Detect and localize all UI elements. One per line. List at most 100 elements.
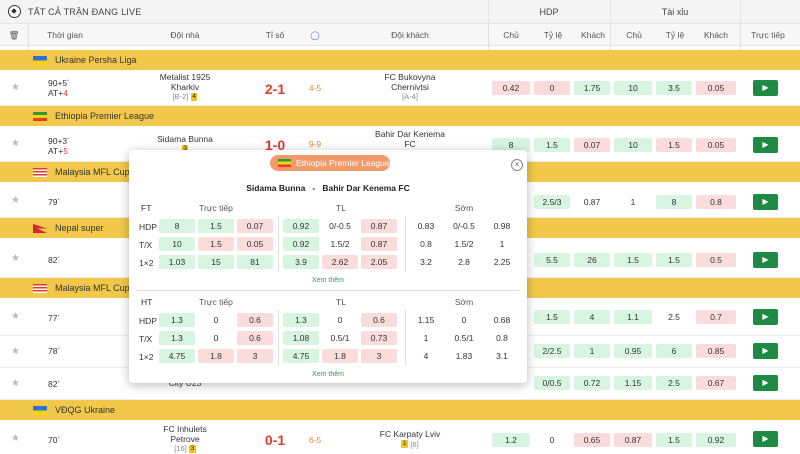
live-stream-button[interactable]: ▶	[753, 431, 778, 447]
ht-odds-cell[interactable]: 3.1	[485, 349, 519, 363]
away-team[interactable]: Bahir Dar Kenema FC	[345, 129, 475, 149]
ft-view-more-link[interactable]: Xem thêm	[278, 277, 378, 284]
ft-odds-cell[interactable]: 2.8	[445, 255, 483, 269]
ht-odds-cell[interactable]: 1.08	[283, 331, 319, 345]
odds-cell[interactable]: 26	[574, 253, 610, 267]
ft-odds-cell[interactable]: 0/-0.5	[322, 219, 358, 233]
ht-odds-cell[interactable]: 0	[198, 331, 234, 345]
odds-cell[interactable]: 1.5	[534, 138, 570, 152]
odds-cell[interactable]: 0.7	[696, 310, 736, 324]
ft-odds-cell[interactable]: 1.03	[159, 255, 195, 269]
ht-odds-cell[interactable]: 3	[361, 349, 397, 363]
odds-cell[interactable]: 0.05	[696, 138, 736, 152]
ht-odds-cell[interactable]: 1.3	[159, 313, 195, 327]
odds-cell[interactable]: 1	[614, 195, 652, 209]
ht-odds-cell[interactable]: 1.3	[159, 331, 195, 345]
odds-cell[interactable]: 1	[574, 344, 610, 358]
ht-odds-cell[interactable]: 3	[237, 349, 273, 363]
ht-odds-cell[interactable]: 1.8	[322, 349, 358, 363]
ft-odds-cell[interactable]: 0.92	[283, 237, 319, 251]
odds-cell[interactable]: 0.8	[696, 195, 736, 209]
odds-cell[interactable]: 2/2.5	[534, 344, 570, 358]
ft-odds-cell[interactable]: 0.07	[237, 219, 273, 233]
odds-cell[interactable]: 0.92	[696, 433, 736, 447]
odds-cell[interactable]: 1.5	[534, 310, 570, 324]
trash-icon[interactable]: 🗑	[5, 24, 23, 46]
ht-odds-cell[interactable]: 0	[198, 313, 234, 327]
ht-odds-cell[interactable]: 4	[409, 349, 443, 363]
ht-odds-cell[interactable]: 4.75	[283, 349, 319, 363]
star-icon[interactable]: ★	[11, 378, 20, 389]
live-stream-button[interactable]: ▶	[753, 80, 778, 96]
odds-cell[interactable]: 1.5	[656, 138, 692, 152]
live-stream-button[interactable]: ▶	[753, 252, 778, 268]
odds-cell[interactable]: 3.5	[656, 81, 692, 95]
odds-cell[interactable]: 0.07	[574, 138, 610, 152]
ft-odds-cell[interactable]: 0.87	[361, 219, 397, 233]
league-header[interactable]: VĐQG Ukraine	[0, 400, 800, 420]
odds-cell[interactable]: 1.15	[614, 376, 652, 390]
ft-odds-cell[interactable]: 0.98	[485, 219, 519, 233]
odds-cell[interactable]: 0.87	[614, 433, 652, 447]
star-icon[interactable]: ★	[11, 346, 20, 357]
ft-odds-cell[interactable]: 2.62	[322, 255, 358, 269]
ft-odds-cell[interactable]: 0/-0.5	[445, 219, 483, 233]
ht-odds-cell[interactable]: 0.5/1	[322, 331, 358, 345]
close-icon[interactable]: ×	[511, 159, 523, 171]
ft-odds-cell[interactable]: 0.92	[283, 219, 319, 233]
ft-odds-cell[interactable]: 1.5	[198, 237, 234, 251]
odds-cell[interactable]: 1.5	[614, 253, 652, 267]
ft-odds-cell[interactable]: 1.5/2	[322, 237, 358, 251]
away-team[interactable]: FC Karpaty Lviv 1 [6]	[345, 429, 475, 449]
odds-cell[interactable]: 0	[534, 81, 570, 95]
odds-cell[interactable]: 0.87	[574, 195, 610, 209]
ft-odds-cell[interactable]: 0.83	[409, 219, 443, 233]
odds-cell[interactable]: 2.5	[656, 310, 692, 324]
ht-odds-cell[interactable]: 1.3	[283, 313, 319, 327]
star-icon[interactable]: ★	[11, 138, 20, 149]
odds-cell[interactable]: 5.5	[534, 253, 570, 267]
odds-cell[interactable]: 0.5	[696, 253, 736, 267]
odds-cell[interactable]: 1.75	[574, 81, 610, 95]
odds-cell[interactable]: 4	[574, 310, 610, 324]
odds-cell[interactable]: 0.65	[574, 433, 610, 447]
ht-odds-cell[interactable]: 0.73	[361, 331, 397, 345]
star-icon[interactable]: ★	[11, 195, 20, 206]
ft-odds-cell[interactable]: 0.8	[409, 237, 443, 251]
home-team[interactable]: Metalist 1925 Kharkiv [B-2] 4	[125, 72, 245, 102]
odds-cell[interactable]: 1.5	[656, 253, 692, 267]
odds-cell[interactable]: 1.1	[614, 310, 652, 324]
match-row[interactable]: ★ 90+5´ AT+4 Metalist 1925 Kharkiv [B-2] 4 …	[0, 70, 800, 106]
league-header[interactable]: Ukraine Persha Liga	[0, 50, 800, 70]
ft-odds-cell[interactable]: 8	[159, 219, 195, 233]
ft-odds-cell[interactable]: 1	[485, 237, 519, 251]
ht-odds-cell[interactable]: 0.8	[485, 331, 519, 345]
ft-odds-cell[interactable]: 2.25	[485, 255, 519, 269]
odds-cell[interactable]: 10	[614, 81, 652, 95]
ft-odds-cell[interactable]: 3.9	[283, 255, 319, 269]
league-header[interactable]: Ethiopia Premier League	[0, 106, 800, 126]
star-icon[interactable]: ★	[11, 82, 20, 93]
away-team[interactable]: FC Bukovyna Chernivtsi [A-4]	[345, 72, 475, 102]
ht-odds-cell[interactable]: 0	[322, 313, 358, 327]
ft-odds-cell[interactable]: 3.2	[409, 255, 443, 269]
ht-odds-cell[interactable]: 0.6	[361, 313, 397, 327]
star-icon[interactable]: ★	[11, 253, 20, 264]
live-stream-button[interactable]: ▶	[753, 343, 778, 359]
star-icon[interactable]: ★	[11, 433, 20, 444]
odds-cell[interactable]: 2.5/3	[534, 195, 570, 209]
ht-odds-cell[interactable]: 1.83	[445, 349, 483, 363]
ht-odds-cell[interactable]: 0	[445, 313, 483, 327]
odds-cell[interactable]: 0/0.5	[534, 376, 570, 390]
star-icon[interactable]: ★	[11, 311, 20, 322]
odds-cell[interactable]: 8	[656, 195, 692, 209]
ht-odds-cell[interactable]: 0.6	[237, 313, 273, 327]
odds-cell[interactable]: 2.5	[656, 376, 692, 390]
odds-cell[interactable]: 0.67	[696, 376, 736, 390]
ft-odds-cell[interactable]: 81	[237, 255, 273, 269]
ht-odds-cell[interactable]: 0.6	[237, 331, 273, 345]
ft-odds-cell[interactable]: 15	[198, 255, 234, 269]
ft-odds-cell[interactable]: 1.5/2	[445, 237, 483, 251]
ft-odds-cell[interactable]: 2.05	[361, 255, 397, 269]
ht-odds-cell[interactable]: 1	[409, 331, 443, 345]
